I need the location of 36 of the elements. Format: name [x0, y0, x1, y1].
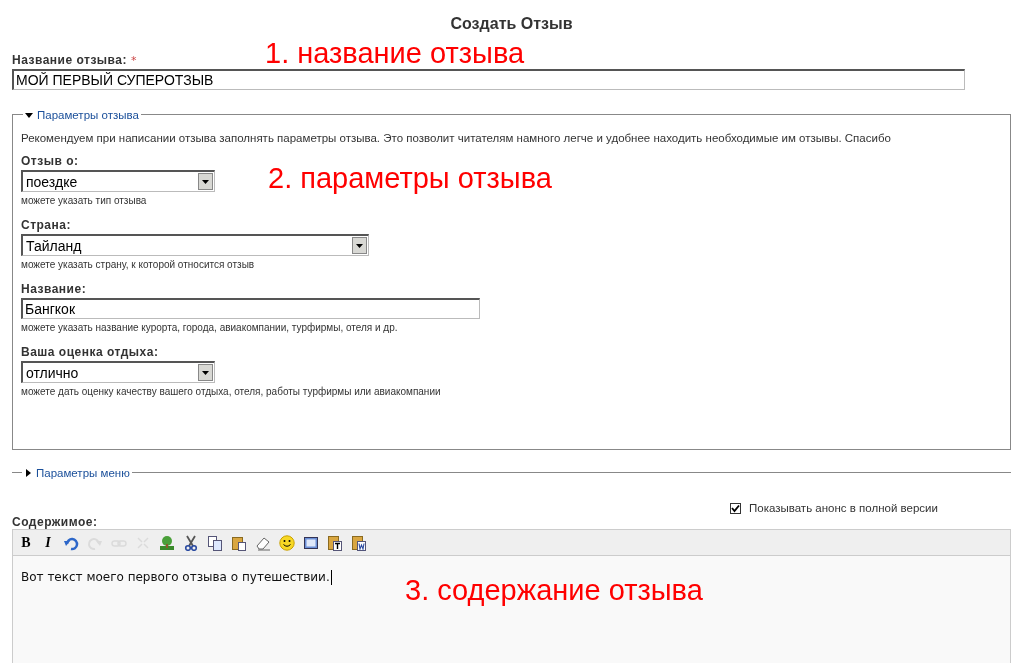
hint-text: можете указать тип отзыва: [21, 195, 148, 206]
window-icon[interactable]: [303, 534, 319, 551]
required-mark: *: [131, 54, 137, 67]
dropdown[interactable]: поездке: [21, 170, 215, 192]
field-label: Ваша оценка отдыха:: [21, 345, 160, 359]
field-label: Отзыв о:: [21, 154, 80, 168]
dropdown[interactable]: Тайланд: [21, 234, 369, 256]
fieldset-toggle-link[interactable]: Параметры меню: [24, 466, 130, 480]
hint-text: можете указать название курорта, города, авиакомпании, турфирмы, отеля и др.: [21, 322, 399, 333]
annotation-text: 1. название отзыва: [265, 37, 525, 69]
hint-text: можете дать оценку качеству вашего отдыха, отеля, работы турфирмы или авиакомпании: [21, 386, 442, 397]
hint-text: можете указать страну, к которой относится отзыв: [21, 259, 256, 270]
field-label: Страна:: [21, 218, 72, 232]
field-label: Содержимое:: [12, 515, 99, 529]
paste-document-icon[interactable]: [351, 534, 367, 551]
bold-button[interactable]: B: [19, 534, 33, 551]
text-field[interactable]: Бангкок: [21, 298, 480, 319]
checkbox-label: Показывать анонс в полной версии: [749, 502, 938, 514]
italic-button[interactable]: I: [41, 534, 55, 551]
paste-text-icon[interactable]: [327, 534, 343, 551]
dropdown[interactable]: отлично: [21, 361, 215, 383]
title-field[interactable]: МОЙ ПЕРВЫЙ СУПЕРОТЗЫВ: [12, 69, 965, 90]
field-label: Название:: [21, 282, 88, 296]
scissors-icon[interactable]: [183, 534, 199, 551]
annotation-text: 2. параметры отзыва: [268, 162, 552, 194]
copy-icon[interactable]: [207, 534, 223, 551]
annotation-text: 3. содержание отзыва: [405, 574, 703, 606]
field-label: Название отзыва:: [12, 53, 127, 67]
tree-picture-icon[interactable]: [159, 534, 175, 551]
clipboard-icon[interactable]: [231, 534, 247, 551]
text-cursor: [330, 570, 332, 585]
checkbox[interactable]: [730, 502, 741, 514]
smiley-icon[interactable]: [279, 534, 295, 551]
page-title: Создать Отзыв: [449, 14, 574, 34]
intro-text: Рекомендуем при написании отзыва заполнять параметры отзыва. Это позволит читателям намного легче и удобнее находить необходимые им отзывы. Спасибо: [21, 132, 892, 144]
fieldset-toggle-link[interactable]: Параметры отзыва: [25, 108, 139, 122]
